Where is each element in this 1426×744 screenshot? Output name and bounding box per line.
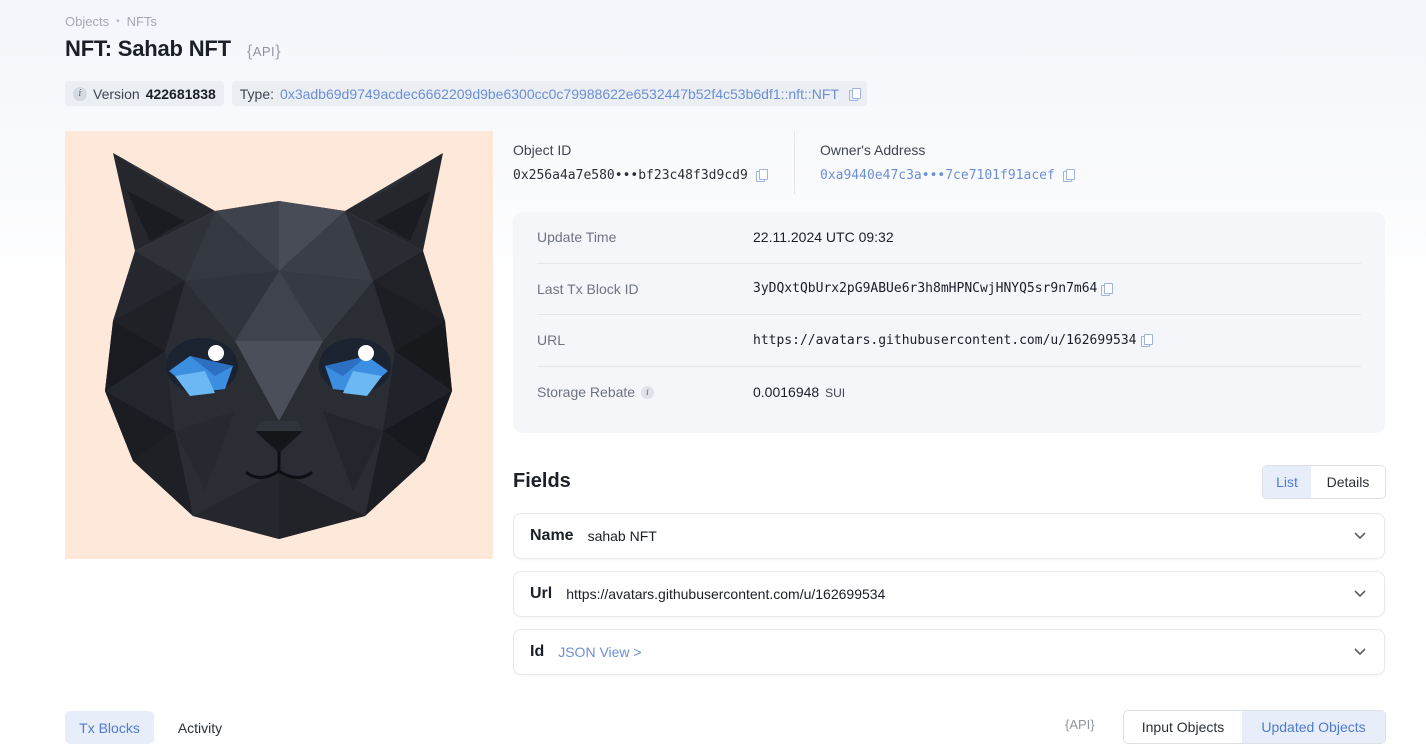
detail-label: URL <box>537 332 566 349</box>
chevron-down-icon[interactable] <box>1354 529 1366 541</box>
chevron-down-icon[interactable] <box>1354 587 1366 599</box>
api-link[interactable]: {API} <box>247 43 281 61</box>
breadcrumb: Objects • NFTs <box>65 14 157 29</box>
copy-icon[interactable] <box>1140 334 1153 348</box>
detail-label: Update Time <box>537 229 617 246</box>
details-view-button[interactable]: Details <box>1311 466 1385 498</box>
field-row-url[interactable]: Url https://avatars.githubusercontent.co… <box>513 571 1385 617</box>
copy-icon[interactable] <box>1101 282 1114 296</box>
object-id-value: 0x256a4a7e580•••bf23c48f3d9cd9 <box>513 168 748 183</box>
owner-label: Owner's Address <box>820 142 926 158</box>
copy-icon[interactable] <box>848 87 861 101</box>
tab-tx-blocks[interactable]: Tx Blocks <box>65 711 154 744</box>
field-name: Url <box>530 585 553 602</box>
owner-block: Owner's Address 0xa9440e47c3a•••7ce7101f… <box>820 142 1076 184</box>
last-tx-link[interactable]: 3yDQxtQbUrx2pG9ABUe6r3h8mHPNCwjHNYQ5sr9n… <box>753 281 1114 297</box>
version-label: Version <box>93 85 140 102</box>
breadcrumb-separator: • <box>116 16 120 27</box>
url-value: https://avatars.githubusercontent.com/u/… <box>753 332 1137 348</box>
details-card: Update Time 22.11.2024 UTC 09:32 Last Tx… <box>513 212 1385 433</box>
nft-image <box>65 131 493 559</box>
storage-rebate-value-wrap: 0.0016948 SUI <box>753 384 845 400</box>
storage-rebate-value: 0.0016948 <box>753 384 820 401</box>
input-objects-button[interactable]: Input Objects <box>1124 711 1242 743</box>
url-value-wrap: https://avatars.githubusercontent.com/u/… <box>753 332 1153 348</box>
meta-row: i Version 422681838 Type: 0x3adb69d9749a… <box>65 81 867 106</box>
page-title: NFT: Sahab NFT <box>65 36 231 61</box>
breadcrumb-nfts[interactable]: NFTs <box>127 14 157 29</box>
cat-illustration <box>105 153 452 539</box>
objects-toggle: Input Objects Updated Objects <box>1123 710 1386 744</box>
api-label: API <box>252 44 276 59</box>
tab-activity[interactable]: Activity <box>162 711 238 744</box>
divider <box>794 131 795 194</box>
detail-row-storage-rebate: Storage Rebate i 0.0016948 SUI <box>537 367 1361 419</box>
object-id-label: Object ID <box>513 142 572 158</box>
object-id-block: Object ID 0x256a4a7e580•••bf23c48f3d9cd9 <box>513 142 769 184</box>
json-view-link[interactable]: JSON View > <box>558 644 641 660</box>
field-name: Name <box>530 527 574 544</box>
field-name: Id <box>530 643 545 660</box>
field-row-id[interactable]: Id JSON View > <box>513 629 1385 675</box>
copy-icon[interactable] <box>1063 168 1076 182</box>
field-value: sahab NFT <box>587 528 657 544</box>
detail-label: Storage Rebate <box>537 384 636 401</box>
last-tx-value: 3yDQxtQbUrx2pG9ABUe6r3h8mHPNCwjHNYQ5sr9n… <box>753 281 1098 297</box>
api-link-bottom[interactable]: {API} <box>1065 717 1095 732</box>
fields-view-toggle: List Details <box>1262 465 1386 499</box>
detail-row-update-time: Update Time 22.11.2024 UTC 09:32 <box>537 212 1361 264</box>
list-view-button[interactable]: List <box>1263 466 1311 498</box>
breadcrumb-objects[interactable]: Objects <box>65 14 109 29</box>
detail-value: 22.11.2024 UTC 09:32 <box>753 229 894 246</box>
updated-objects-button[interactable]: Updated Objects <box>1242 711 1385 743</box>
version-value: 422681838 <box>145 85 216 102</box>
field-value: https://avatars.githubusercontent.com/u/… <box>566 586 886 602</box>
detail-label: Last Tx Block ID <box>537 280 639 297</box>
copy-icon[interactable] <box>756 168 769 182</box>
type-chip: Type: 0x3adb69d9749acdec6662209d9be6300c… <box>231 81 867 106</box>
type-label: Type: <box>239 85 275 102</box>
sui-unit: SUI <box>825 386 846 401</box>
chevron-down-icon[interactable] <box>1354 645 1366 657</box>
fields-title: Fields <box>513 470 571 492</box>
detail-row-url: URL https://avatars.githubusercontent.co… <box>537 315 1361 367</box>
type-value-link[interactable]: 0x3adb69d9749acdec6662209d9be6300cc0c799… <box>280 86 839 102</box>
field-row-name[interactable]: Name sahab NFT <box>513 513 1385 559</box>
info-icon[interactable]: i <box>73 86 87 101</box>
detail-label-wrap: Storage Rebate i <box>537 384 753 400</box>
api-label: API <box>1069 717 1091 732</box>
detail-row-last-tx: Last Tx Block ID 3yDQxtQbUrx2pG9ABUe6r3h… <box>537 264 1361 315</box>
version-chip: i Version 422681838 <box>65 81 224 106</box>
title-row: NFT: Sahab NFT {API} <box>65 36 281 62</box>
info-icon[interactable]: i <box>641 385 655 399</box>
owner-address-link[interactable]: 0xa9440e47c3a•••7ce7101f91acef <box>820 168 1055 183</box>
